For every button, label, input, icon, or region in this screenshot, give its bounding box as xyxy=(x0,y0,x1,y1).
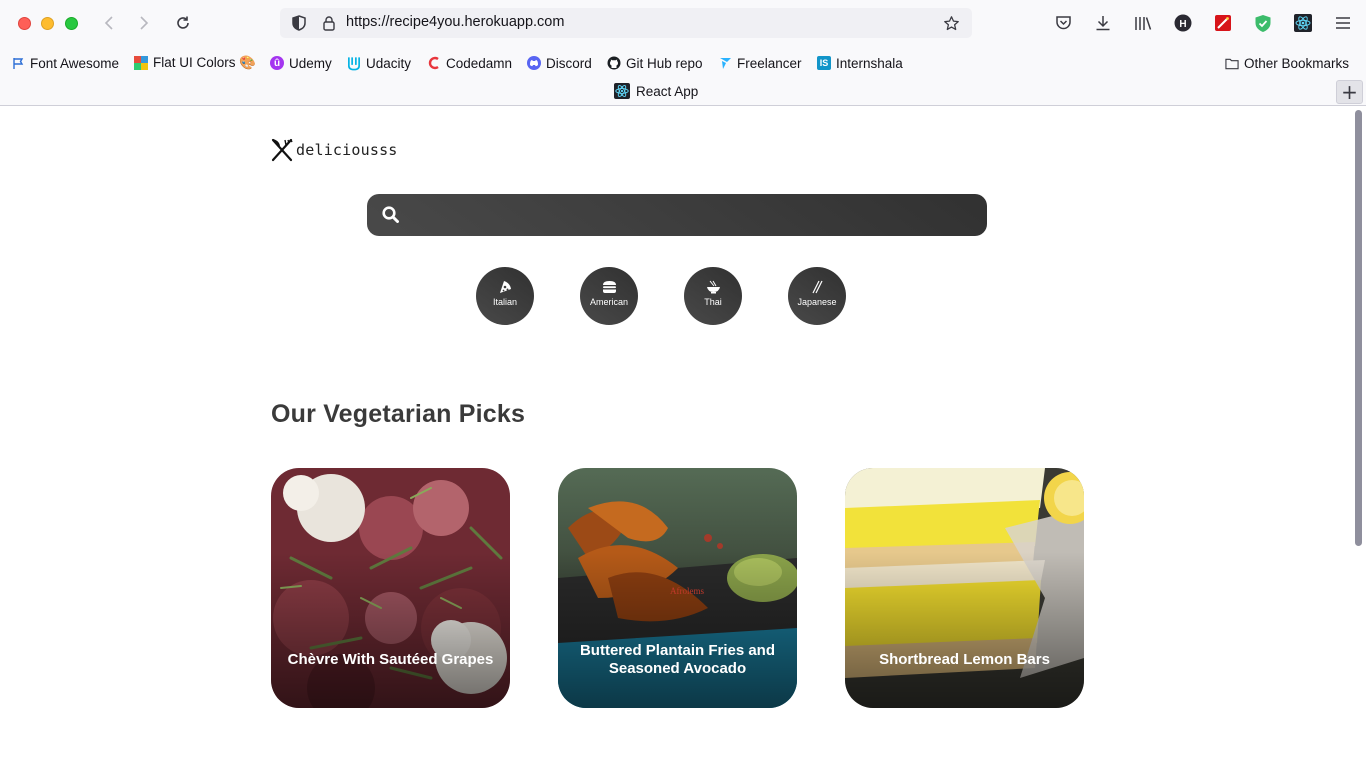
extension-shield-icon[interactable] xyxy=(1252,12,1274,34)
bookmark-freelancer[interactable]: Freelancer xyxy=(718,54,802,72)
browser-toolbar: https://recipe4you.herokuapp.com H xyxy=(0,0,1366,46)
pizza-icon xyxy=(476,280,534,296)
image-watermark: Afrolems xyxy=(670,586,704,596)
cuisine-label: Japanese xyxy=(797,297,837,307)
bookmark-udacity[interactable]: Udacity xyxy=(347,54,411,72)
tab-strip: React App + xyxy=(0,78,1366,106)
bookmark-label: Git Hub repo xyxy=(626,55,703,71)
bookmark-label: Internshala xyxy=(836,55,903,71)
bookmark-udemy[interactable]: û Udemy xyxy=(270,54,332,72)
codedamn-icon xyxy=(427,56,441,70)
bookmark-font-awesome[interactable]: Font Awesome xyxy=(11,54,119,72)
chopsticks-icon xyxy=(788,280,846,296)
minimize-window-button[interactable] xyxy=(41,17,54,30)
discord-icon xyxy=(527,56,541,70)
card-overlay xyxy=(845,468,1084,708)
recipe-title: Chèvre With Sautéed Grapes xyxy=(287,651,494,668)
folder-icon xyxy=(1225,56,1239,70)
bookmark-label: Discord xyxy=(546,55,592,71)
react-icon xyxy=(614,83,630,99)
url-text[interactable]: https://recipe4you.herokuapp.com xyxy=(346,14,564,30)
address-bar[interactable]: https://recipe4you.herokuapp.com xyxy=(280,8,972,38)
bookmark-label: Codedamn xyxy=(446,55,513,71)
fork-knife-icon xyxy=(271,138,293,162)
recipe-card-chevre[interactable]: Chèvre With Sautéed Grapes xyxy=(271,468,510,708)
flag-icon xyxy=(11,56,25,70)
site-logo[interactable]: deliciousss xyxy=(270,138,398,162)
library-icon[interactable] xyxy=(1132,12,1154,34)
chevron-left-icon xyxy=(104,16,113,30)
card-overlay xyxy=(271,468,510,708)
reload-icon xyxy=(177,16,189,29)
lock-icon[interactable] xyxy=(320,14,338,32)
bookmark-label: Font Awesome xyxy=(30,55,120,71)
page-scrollbar[interactable] xyxy=(1355,110,1362,546)
extension-h-icon[interactable]: H xyxy=(1172,12,1194,34)
close-window-button[interactable] xyxy=(18,17,31,30)
recipe-card-plantain[interactable]: Afrolems Buttered Plantain Fries and Sea… xyxy=(558,468,797,708)
cuisine-american-button[interactable]: American xyxy=(580,267,638,325)
bookmark-codedamn[interactable]: Codedamn xyxy=(427,54,512,72)
recipe-title: Shortbread Lemon Bars xyxy=(879,651,1050,668)
noodle-bowl-icon xyxy=(684,280,742,296)
maximize-window-button[interactable] xyxy=(65,17,78,30)
search-form xyxy=(367,194,987,236)
internshala-icon: IS xyxy=(817,56,831,70)
bookmarks-bar: Font Awesome Flat UI Colors 🎨 û Udemy Ud… xyxy=(0,46,1366,78)
freelancer-icon xyxy=(718,56,732,70)
bookmark-label: Flat UI Colors 🎨 xyxy=(153,55,257,70)
recipe-title: Buttered Plantain Fries and Seasoned Avo… xyxy=(579,642,776,677)
hamburger-menu-icon[interactable] xyxy=(1332,12,1354,34)
bookmark-star-icon[interactable] xyxy=(942,14,960,32)
cuisine-thai-button[interactable]: Thai xyxy=(684,267,742,325)
bookmark-label: Udemy xyxy=(289,55,332,71)
tab-react-app[interactable]: React App xyxy=(614,83,698,99)
udacity-icon xyxy=(347,56,361,70)
back-button[interactable] xyxy=(97,11,121,35)
pocket-icon[interactable] xyxy=(1052,12,1074,34)
svg-text:H: H xyxy=(1179,19,1186,30)
github-icon xyxy=(607,56,621,70)
react-devtools-icon[interactable] xyxy=(1292,12,1314,34)
new-tab-button[interactable]: + xyxy=(1336,80,1363,104)
bookmark-discord[interactable]: Discord xyxy=(527,54,592,72)
chevron-right-icon xyxy=(140,16,149,30)
other-bookmarks-label: Other Bookmarks xyxy=(1244,55,1350,71)
flatuicolors-icon xyxy=(134,56,148,70)
cuisine-italian-button[interactable]: Italian xyxy=(476,267,534,325)
forward-button[interactable] xyxy=(132,11,156,35)
section-title: Our Vegetarian Picks xyxy=(271,400,526,428)
plus-icon: + xyxy=(1341,80,1358,104)
other-bookmarks[interactable]: Other Bookmarks xyxy=(1225,54,1349,72)
tab-title: React App xyxy=(636,83,699,99)
bookmark-internshala[interactable]: IS Internshala xyxy=(817,54,903,72)
bookmark-github-repo[interactable]: Git Hub repo xyxy=(607,54,703,72)
cuisine-label: Italian xyxy=(492,297,518,307)
logo-text: deliciousss xyxy=(296,141,398,159)
cuisine-japanese-button[interactable]: Japanese xyxy=(788,267,846,325)
search-input[interactable] xyxy=(415,200,975,230)
reload-button[interactable] xyxy=(171,11,195,35)
bookmark-label: Freelancer xyxy=(737,55,802,71)
extension-wand-icon[interactable] xyxy=(1212,12,1234,34)
recipe-card-lemon-bars[interactable]: Shortbread Lemon Bars xyxy=(845,468,1084,708)
hamburger-icon xyxy=(580,280,638,296)
bookmark-flat-ui-colors[interactable]: Flat UI Colors 🎨 xyxy=(134,54,256,72)
search-icon xyxy=(382,206,399,223)
downloads-icon[interactable] xyxy=(1092,12,1114,34)
tracking-protection-icon[interactable] xyxy=(290,14,308,32)
udemy-icon: û xyxy=(270,56,284,70)
cuisine-label: American xyxy=(589,297,628,307)
bookmark-label: Udacity xyxy=(366,55,412,71)
cuisine-label: Thai xyxy=(704,297,722,307)
